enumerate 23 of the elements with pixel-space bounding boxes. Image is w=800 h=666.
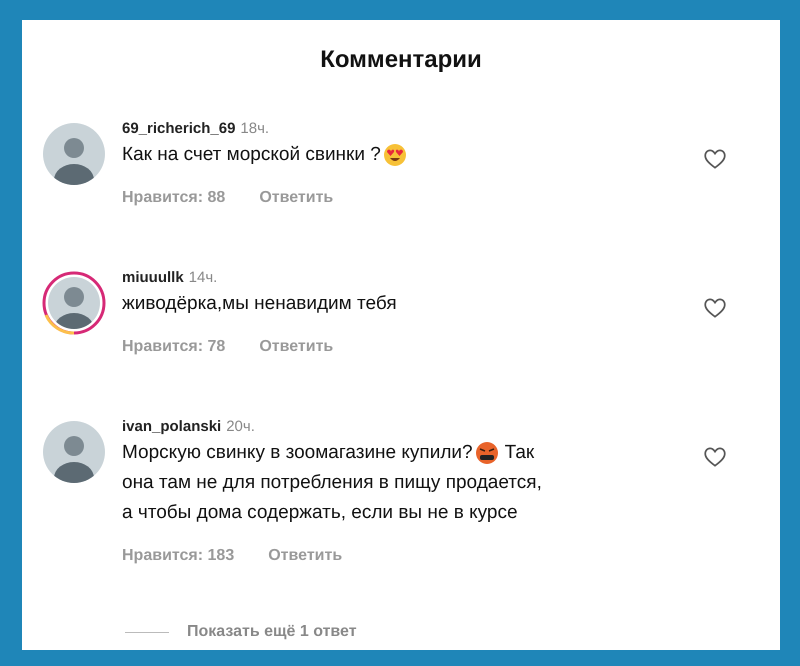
username[interactable]: ivan_polanski [122, 418, 222, 435]
show-replies-link[interactable]: Показать ещё 1 ответ [187, 623, 357, 641]
username[interactable]: miuuullk [122, 269, 184, 286]
likes-count[interactable]: Нравится: 183 [122, 547, 234, 565]
comment-text: Морскую свинку в зоомагазине купили? [122, 441, 473, 465]
comment-time: 20ч. [226, 418, 255, 435]
avatar[interactable] [42, 271, 106, 335]
comment-text: она там не для потребления в пищу продается, [122, 471, 542, 495]
reply-link[interactable]: Ответить [268, 547, 342, 565]
reply-link[interactable]: Ответить [259, 338, 334, 356]
heart-eyes-emoji-icon [382, 143, 407, 167]
comment-text: Так [504, 441, 534, 465]
comment-time: 18ч. [240, 120, 270, 137]
username[interactable]: 69_richerich_69 [122, 120, 236, 137]
panel-title: Комментарии [320, 46, 482, 74]
comment-time: 14ч. [188, 269, 218, 286]
likes-count[interactable]: Нравится: 88 [122, 189, 226, 207]
comment-text: Как на счет морской свинки ? [122, 143, 381, 167]
comment-text: а чтобы дома содержать, если вы не в курсе [122, 501, 518, 525]
angry-emoji-icon [474, 441, 499, 465]
reply-link[interactable]: Ответить [259, 189, 334, 207]
likes-count[interactable]: Нравится: 78 [122, 338, 226, 356]
comment-text: живодёрка,мы ненавидим тебя [122, 292, 397, 316]
